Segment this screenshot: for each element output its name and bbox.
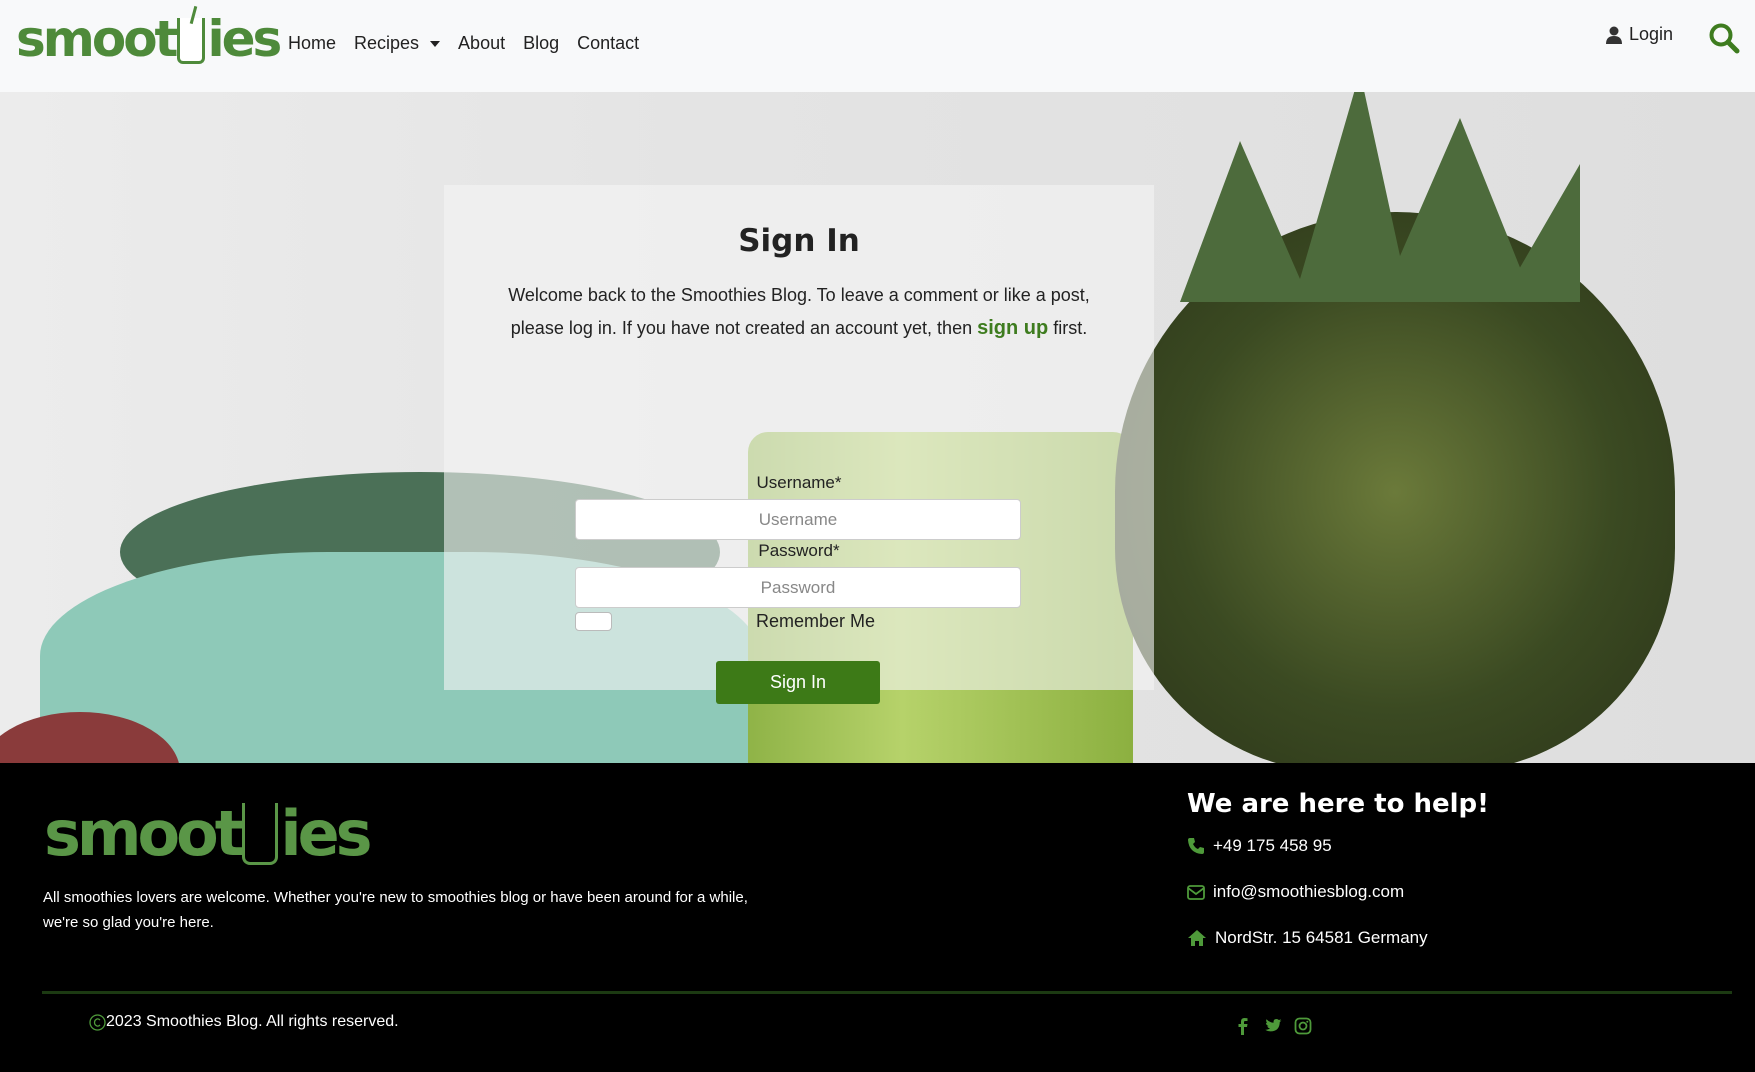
main-nav: Home Recipes About Blog Contact [288,33,657,54]
password-input[interactable] [575,567,1021,608]
nav-blog[interactable]: Blog [523,33,559,54]
footer: smoot ies All smoothies lovers are welcom… [0,763,1755,1072]
nav-about[interactable]: About [458,33,505,54]
contact-address: NordStr. 15 64581 Germany [1187,928,1428,948]
home-icon [1188,930,1206,946]
user-icon [1606,26,1622,44]
password-label: Password* [758,541,840,560]
copyright-icon [89,1013,106,1031]
copyright: 2023 Smoothies Blog. All rights reserved… [89,1013,399,1031]
signin-button[interactable]: Sign In [716,661,880,704]
envelope-icon [1187,884,1205,900]
nav-home[interactable]: Home [288,33,336,54]
facebook-icon[interactable] [1234,1017,1252,1035]
street-address: NordStr. 15 64581 Germany [1215,928,1428,947]
footer-logo-cup-icon [242,803,279,865]
footer-divider [42,991,1732,994]
site-logo[interactable]: smoot ies [16,10,282,68]
footer-logo-text-end: ies [280,797,372,870]
copyright-text: 2023 Smoothies Blog. All rights reserved… [106,1013,399,1030]
footer-description: All smoothies lovers are welcome. Whethe… [43,889,748,931]
remember-me-label: Remember Me [756,611,876,631]
signup-link[interactable]: sign up [977,317,1048,339]
search-icon[interactable] [1708,22,1740,54]
signin-form: Sign In Welcome back to the Smoothies Bl… [444,185,1154,704]
hero-background: Sign In Welcome back to the Smoothies Bl… [0,92,1755,763]
help-title: We are here to help! [1187,789,1490,819]
phone-number: +49 175 458 95 [1213,836,1332,855]
logo-cup-icon [177,18,206,64]
contact-email[interactable]: info@smoothiesblog.com [1187,882,1404,902]
nav-recipes-label: Recipes [354,33,420,53]
twitter-icon[interactable] [1264,1017,1282,1035]
footer-logo: smoot ies [44,803,373,865]
signin-intro-end: first. [1048,318,1088,338]
signin-intro: Welcome back to the Smoothies Blog. To l… [484,279,1114,345]
username-input[interactable] [575,499,1021,540]
logo-text-end: ies [207,10,282,68]
login-link[interactable]: Login [1606,24,1673,45]
remember-me-checkbox[interactable] [575,612,612,631]
social-links [1234,1017,1312,1035]
login-label: Login [1629,24,1674,44]
username-label: Username* [756,473,842,492]
footer-logo-text-start: smoot [44,797,244,870]
logo-text-start: smoot [16,10,178,68]
phone-icon [1188,838,1204,854]
instagram-icon[interactable] [1294,1017,1312,1035]
contact-phone[interactable]: +49 175 458 95 [1187,836,1332,856]
nav-recipes-dropdown[interactable]: Recipes [354,33,441,54]
chevron-down-icon [430,40,441,47]
signin-title: Sign In [738,223,860,259]
navbar: smoot ies Home Recipes About Blog Contact… [0,0,1755,92]
email-address: info@smoothiesblog.com [1213,882,1405,901]
nav-contact[interactable]: Contact [577,33,639,54]
